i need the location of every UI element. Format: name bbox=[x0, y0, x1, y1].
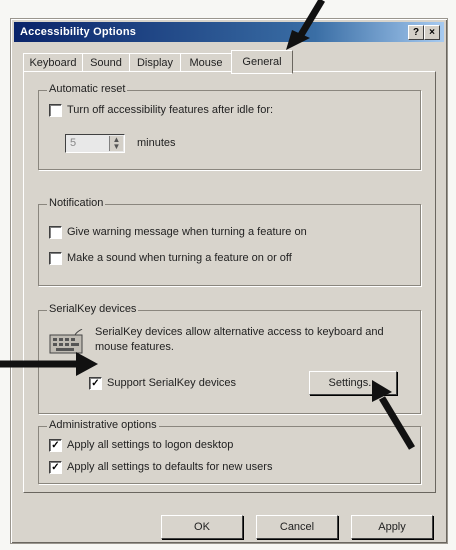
idle-minutes-value: 5 bbox=[70, 137, 77, 149]
automatic-reset-group: Automatic reset Turn off accessibility f… bbox=[38, 83, 421, 170]
serialkey-description: SerialKey devices allow alternative acce… bbox=[95, 326, 384, 353]
tab-mouse[interactable]: Mouse bbox=[180, 53, 232, 72]
logon-desktop-label: Apply all settings to logon desktop bbox=[67, 439, 234, 451]
turn-off-label: Turn off accessibility features after id… bbox=[67, 104, 274, 116]
cancel-button[interactable]: Cancel bbox=[256, 515, 338, 539]
serialkey-title: SerialKey devices bbox=[47, 303, 139, 315]
window-title: Accessibility Options bbox=[20, 26, 137, 38]
support-serialkey-label: Support SerialKey devices bbox=[107, 377, 237, 389]
close-button[interactable]: × bbox=[424, 25, 440, 40]
idle-minutes-spinner[interactable]: 5 ▲ ▼ bbox=[65, 134, 125, 153]
logon-desktop-checkbox[interactable]: ✓ bbox=[49, 439, 62, 452]
minutes-label: minutes bbox=[137, 137, 176, 149]
title-bar[interactable]: Accessibility Options ? × bbox=[14, 22, 444, 42]
warning-message-checkbox[interactable] bbox=[49, 226, 62, 239]
notification-group: Notification Give warning message when t… bbox=[38, 197, 421, 286]
tab-general[interactable]: General bbox=[231, 50, 293, 74]
new-users-defaults-checkbox[interactable]: ✓ bbox=[49, 461, 62, 474]
serialkey-group: SerialKey devices SerialKey devices allo… bbox=[38, 303, 421, 414]
keyboard-icon bbox=[49, 328, 83, 358]
accessibility-options-window: Accessibility Options ? × Keyboard Sound… bbox=[10, 18, 448, 544]
tab-keyboard[interactable]: Keyboard bbox=[23, 53, 83, 72]
notification-title: Notification bbox=[47, 197, 106, 209]
administrative-options-title: Administrative options bbox=[47, 419, 159, 431]
settings-button[interactable]: Settings... bbox=[309, 371, 397, 395]
turn-off-checkbox[interactable] bbox=[49, 104, 62, 117]
make-sound-checkbox[interactable] bbox=[49, 252, 62, 265]
support-serialkey-checkbox[interactable]: ✓ bbox=[89, 377, 102, 390]
apply-button[interactable]: Apply bbox=[351, 515, 433, 539]
tab-display[interactable]: Display bbox=[129, 53, 181, 72]
spinner-arrows-icon[interactable]: ▲ ▼ bbox=[109, 136, 123, 151]
make-sound-label: Make a sound when turning a feature on o… bbox=[67, 252, 292, 264]
general-tab-panel: Automatic reset Turn off accessibility f… bbox=[23, 71, 436, 493]
new-users-defaults-label: Apply all settings to defaults for new u… bbox=[67, 461, 273, 473]
administrative-options-group: Administrative options ✓ Apply all setti… bbox=[38, 419, 421, 484]
automatic-reset-title: Automatic reset bbox=[47, 83, 128, 95]
tab-sound[interactable]: Sound bbox=[82, 53, 130, 72]
ok-button[interactable]: OK bbox=[161, 515, 243, 539]
help-button[interactable]: ? bbox=[408, 25, 424, 40]
warning-message-label: Give warning message when turning a feat… bbox=[67, 226, 307, 238]
